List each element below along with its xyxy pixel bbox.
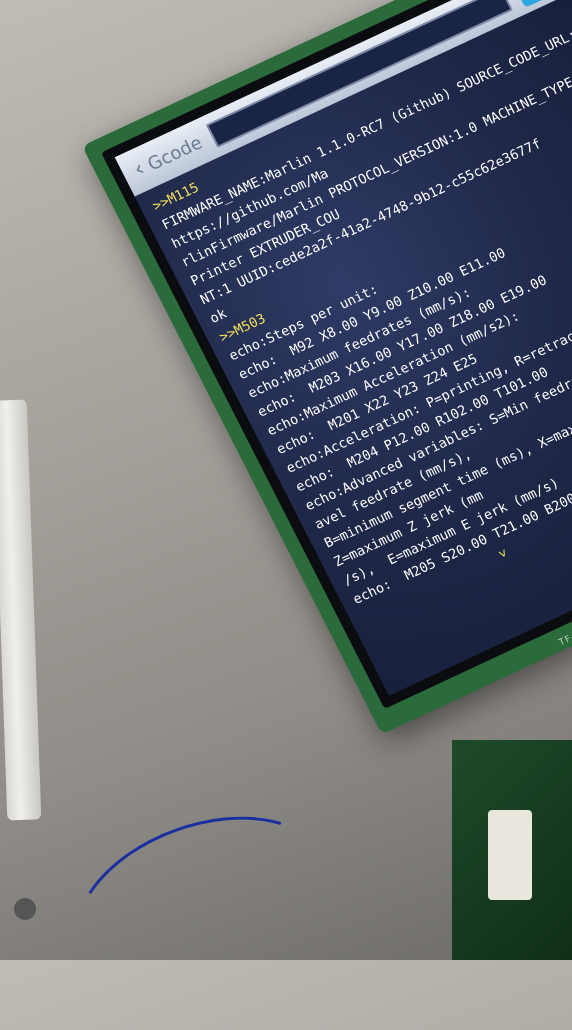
- blue-wire: [49, 783, 357, 1030]
- chevron-left-icon: ‹: [129, 156, 149, 183]
- board-connector: [488, 810, 532, 900]
- keyboard-button[interactable]: ⌨: [510, 0, 562, 8]
- terminal-screen: ‹ Gcode ⌨ >>M115FIRMWARE_NAME:Marlin 1.1…: [114, 0, 572, 696]
- back-button-label: Gcode: [144, 131, 206, 175]
- tft-display-module: ‹ Gcode ⌨ >>M115FIRMWARE_NAME:Marlin 1.1…: [82, 0, 572, 735]
- mount-hole: [14, 898, 36, 920]
- wire-bundle: [0, 399, 42, 821]
- screen-bezel: ‹ Gcode ⌨ >>M115FIRMWARE_NAME:Marlin 1.1…: [101, 0, 572, 709]
- console-output: >>M115 FIRMWARE_NAME:Marlin 1.1.0-RC7 (Gi…: [149, 5, 572, 682]
